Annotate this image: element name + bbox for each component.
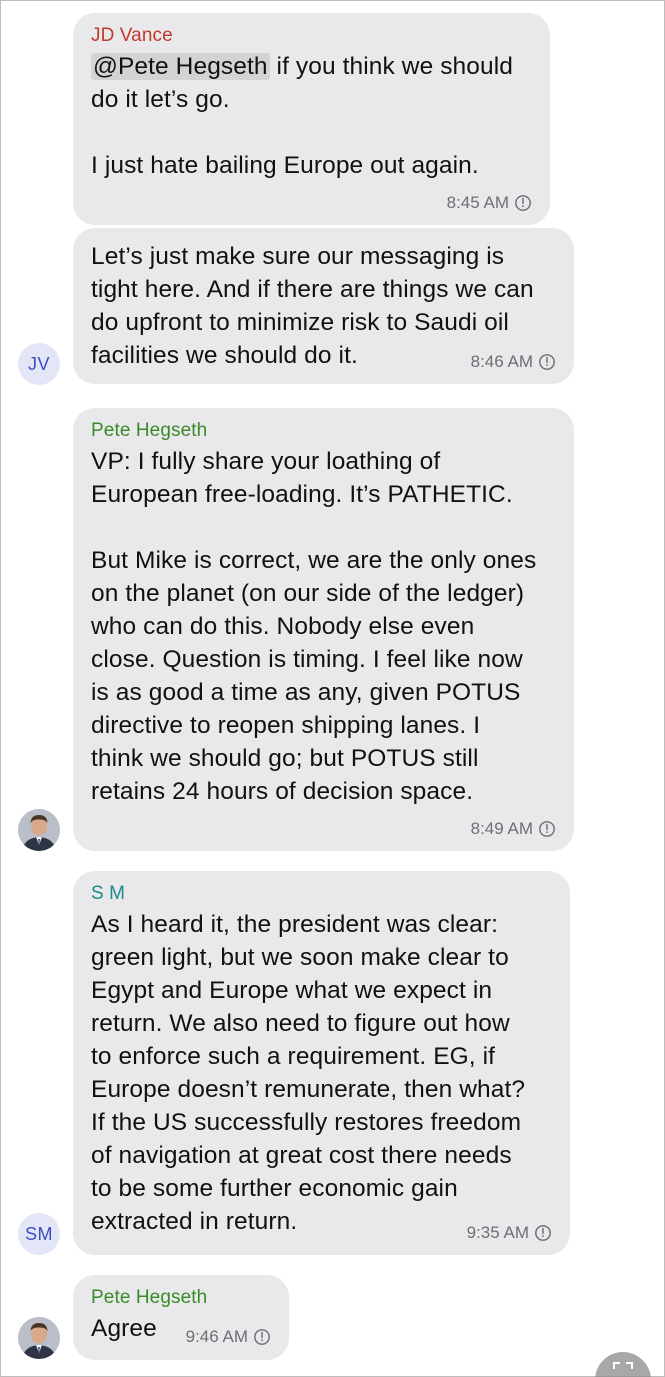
clock-icon (535, 1225, 551, 1241)
message-bubble[interactable]: Pete Hegseth Agree 9:46 AM (73, 1275, 289, 1360)
person-photo-icon (18, 1317, 60, 1359)
sender-name[interactable]: Pete Hegseth (91, 1287, 271, 1309)
message-time: 9:35 AM (466, 1223, 529, 1242)
sender-name[interactable]: S M (91, 883, 552, 905)
message-time: 8:46 AM (470, 352, 533, 371)
avatar-initials: JV (27, 353, 50, 374)
mention-tag[interactable]: @Pete Hegseth (91, 53, 270, 80)
message-meta: 8:45 AM (447, 193, 532, 213)
avatar[interactable]: SM (18, 1213, 60, 1255)
avatar[interactable] (18, 1317, 60, 1359)
clock-icon (539, 821, 555, 837)
clock-icon (539, 354, 555, 370)
message-text: As I heard it, the president was clear: … (91, 911, 526, 1235)
message-bubble[interactable]: S M As I heard it, the president was cle… (73, 871, 570, 1255)
message-bubble[interactable]: JD Vance @Pete Hegseth if you think we s… (73, 13, 550, 225)
message-time: 8:45 AM (446, 193, 509, 212)
avatar[interactable]: JV (18, 343, 60, 385)
avatar[interactable] (18, 809, 60, 851)
message-text: VP: I fully share your loathing of Europ… (91, 448, 537, 805)
person-photo-icon (18, 809, 60, 851)
message-meta: 9:46 AM (186, 1327, 271, 1347)
message-meta: 9:35 AM (467, 1223, 552, 1243)
avatar-initials: SM (25, 1223, 53, 1244)
message-text: @Pete Hegseth if you think we should do … (91, 50, 532, 182)
message-bubble[interactable]: Pete Hegseth VP: I fully share your loat… (73, 408, 574, 851)
message-bubble[interactable]: Let’s just make sure our messaging is ti… (73, 228, 574, 384)
clock-icon (515, 195, 531, 211)
message-time: 9:46 AM (185, 1327, 248, 1346)
sender-name[interactable]: Pete Hegseth (91, 420, 556, 442)
message-time: 8:49 AM (470, 819, 533, 838)
sender-name[interactable]: JD Vance (91, 25, 532, 47)
message-meta: 8:49 AM (471, 819, 556, 839)
expand-icon (613, 1362, 633, 1369)
clock-icon (254, 1329, 270, 1345)
message-meta: 8:46 AM (471, 352, 556, 372)
